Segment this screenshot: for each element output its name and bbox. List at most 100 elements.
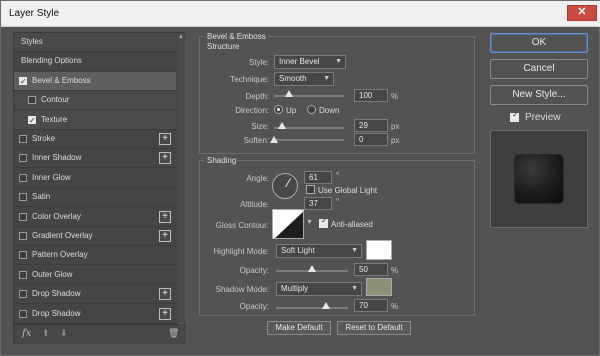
- contour-curve-icon: [275, 211, 303, 238]
- gloss-contour-label: Gloss Contour:: [215, 221, 269, 230]
- technique-select[interactable]: Smooth ▼: [274, 72, 334, 86]
- depth-slider-thumb[interactable]: [285, 90, 294, 97]
- shadow-color-swatch[interactable]: [366, 278, 392, 296]
- shadow-mode-value: Multiply: [281, 284, 309, 293]
- style-item[interactable]: Gradient Overlay +: [14, 227, 176, 246]
- preview-checkbox[interactable]: [510, 110, 519, 122]
- style-item[interactable]: Blending Options: [14, 52, 176, 72]
- add-style-plus-icon[interactable]: +: [159, 133, 171, 145]
- close-button[interactable]: ✕: [567, 5, 597, 21]
- layer-style-dialog: Layer Style ✕ Styles Blending Options Beve…: [0, 0, 600, 356]
- style-item[interactable]: Texture: [14, 110, 176, 130]
- move-up-icon[interactable]: ⬆: [42, 328, 50, 339]
- style-value: Inner Bevel: [279, 57, 320, 66]
- size-input[interactable]: 29: [354, 119, 388, 132]
- style-checkbox[interactable]: [19, 173, 27, 182]
- add-style-plus-icon[interactable]: +: [159, 210, 171, 223]
- style-item-label: Drop Shadow: [32, 308, 81, 318]
- size-slider-thumb[interactable]: [278, 122, 287, 129]
- style-item[interactable]: Satin: [14, 188, 176, 208]
- style-item[interactable]: Drop Shadow +: [14, 305, 176, 324]
- anti-aliased-checkbox[interactable]: [319, 216, 328, 228]
- style-item-label: Texture: [41, 114, 68, 124]
- highlight-opacity-thumb[interactable]: [308, 265, 316, 272]
- highlight-mode-value: Soft Light: [281, 246, 315, 255]
- style-item-label: Drop Shadow: [32, 289, 81, 299]
- ok-button[interactable]: OK: [490, 33, 588, 53]
- direction-down-label: Down: [319, 106, 340, 115]
- scroll-up-arrow-icon[interactable]: ▲: [177, 34, 185, 42]
- styles-scrollbar[interactable]: ▲ ▼: [177, 33, 185, 333]
- shadow-mode-label: Shadow Mode:: [215, 285, 269, 294]
- style-item[interactable]: Stroke +: [14, 130, 176, 149]
- style-checkbox[interactable]: [19, 232, 27, 240]
- style-checkbox[interactable]: [28, 112, 36, 130]
- style-item[interactable]: Inner Shadow +: [14, 149, 176, 169]
- style-checkbox[interactable]: [28, 96, 36, 105]
- soften-input[interactable]: 0: [354, 133, 388, 146]
- style-item[interactable]: Drop Shadow +: [14, 285, 176, 305]
- anti-aliased-label: Anti-aliased: [331, 220, 373, 229]
- move-down-icon[interactable]: ⬇: [60, 328, 68, 339]
- style-item[interactable]: Outer Glow: [14, 266, 176, 285]
- shading-title: Shading: [205, 156, 239, 165]
- style-checkbox[interactable]: [19, 309, 27, 318]
- style-checkbox[interactable]: [19, 251, 27, 260]
- style-item[interactable]: Bevel & Emboss: [14, 71, 176, 91]
- highlight-opacity-label: Opacity:: [239, 266, 269, 275]
- add-style-plus-icon[interactable]: +: [159, 307, 171, 320]
- style-item[interactable]: Styles: [14, 33, 176, 52]
- make-default-button[interactable]: Make Default: [267, 321, 331, 335]
- shadow-opacity-input[interactable]: 70: [354, 299, 388, 312]
- style-checkbox[interactable]: [19, 193, 27, 202]
- style-item-label: Satin: [32, 192, 51, 202]
- angle-dial[interactable]: [272, 173, 298, 199]
- style-item[interactable]: Contour: [14, 91, 176, 111]
- direction-down-radio[interactable]: [307, 105, 316, 114]
- style-item-label: Stroke: [32, 134, 56, 143]
- angle-unit: °: [336, 171, 340, 180]
- style-item-label: Bevel & Emboss: [32, 75, 91, 85]
- altitude-label: Altitude:: [240, 200, 269, 209]
- preview-swatch-image: [515, 155, 563, 203]
- style-checkbox[interactable]: [19, 154, 27, 163]
- contour-dropdown-icon[interactable]: ▼: [306, 219, 313, 226]
- angle-input[interactable]: 61: [304, 171, 332, 184]
- use-global-light-checkbox[interactable]: [306, 185, 315, 194]
- soften-slider-thumb[interactable]: [270, 136, 278, 143]
- style-checkbox[interactable]: [19, 270, 27, 279]
- cancel-button[interactable]: Cancel: [490, 59, 588, 79]
- highlight-color-swatch[interactable]: [366, 240, 392, 260]
- technique-value: Smooth: [279, 74, 307, 83]
- gloss-contour-swatch[interactable]: [272, 209, 304, 239]
- shadow-opacity-slider[interactable]: [276, 307, 348, 309]
- add-style-plus-icon[interactable]: +: [159, 230, 171, 242]
- trash-icon[interactable]: 🗑: [168, 328, 179, 339]
- style-checkbox[interactable]: [19, 290, 27, 299]
- style-item-label: Color Overlay: [32, 211, 81, 221]
- style-item[interactable]: Pattern Overlay: [14, 246, 176, 266]
- reset-to-default-button[interactable]: Reset to Default: [337, 321, 411, 335]
- style-checkbox[interactable]: [19, 135, 27, 143]
- styles-toolbar: fx ⬆ ⬇ 🗑: [14, 324, 186, 344]
- style-checkbox[interactable]: [19, 212, 27, 221]
- style-item-label: Blending Options: [21, 56, 82, 66]
- add-style-plus-icon[interactable]: +: [159, 288, 171, 301]
- style-item[interactable]: Inner Glow: [14, 169, 176, 188]
- shadow-opacity-thumb[interactable]: [322, 302, 331, 309]
- style-item-label: Contour: [41, 95, 70, 105]
- style-item[interactable]: Color Overlay +: [14, 208, 176, 227]
- soften-slider[interactable]: [274, 139, 344, 141]
- style-select[interactable]: Inner Bevel ▼: [274, 55, 346, 69]
- direction-up-radio[interactable]: [274, 105, 283, 114]
- highlight-opacity-input[interactable]: 50: [354, 263, 388, 276]
- fx-icon[interactable]: fx: [22, 328, 31, 339]
- style-checkbox[interactable]: [19, 73, 27, 91]
- shadow-mode-select[interactable]: Multiply ▼: [276, 282, 362, 296]
- add-style-plus-icon[interactable]: +: [159, 152, 171, 165]
- highlight-mode-select[interactable]: Soft Light ▼: [276, 244, 362, 258]
- altitude-input[interactable]: 37: [304, 197, 332, 210]
- title-bar: Layer Style ✕: [1, 1, 600, 27]
- new-style-button[interactable]: New Style...: [490, 85, 588, 105]
- depth-input[interactable]: 100: [354, 89, 388, 102]
